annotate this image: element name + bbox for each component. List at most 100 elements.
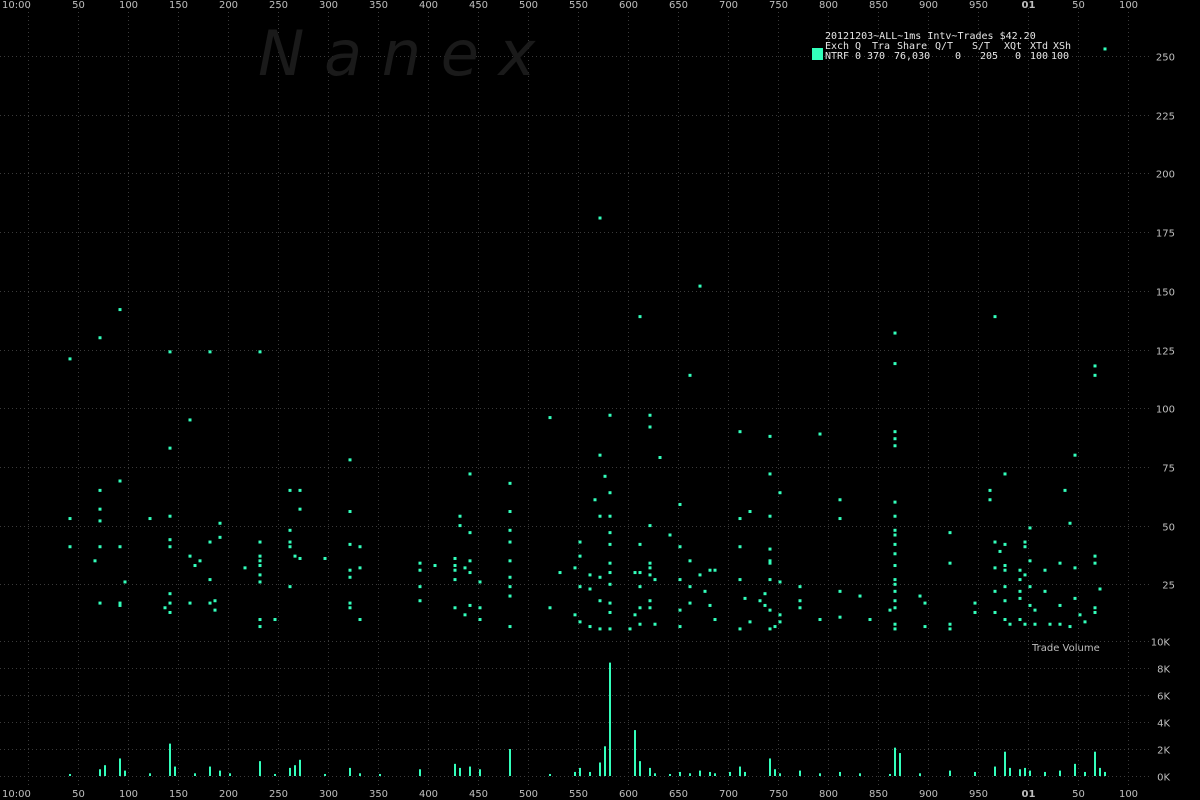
scatter-point: [638, 585, 642, 589]
scatter-point: [893, 599, 897, 603]
volume-bar: [379, 773, 381, 776]
watermark-text: N a n e x: [258, 17, 537, 90]
volume-bar: [1024, 767, 1026, 776]
scatter-point: [1023, 540, 1027, 544]
scatter-point: [258, 559, 262, 563]
scatter-point: [648, 425, 652, 429]
scatter-point: [1028, 526, 1032, 530]
scatter-point: [458, 524, 462, 528]
x-tick-label: 150: [169, 0, 188, 11]
legend-swatch: [812, 48, 823, 60]
scatter-point: [348, 542, 352, 546]
scatter-point: [163, 606, 167, 610]
scatter-point: [638, 542, 642, 546]
x-tick-label: 50: [72, 789, 85, 800]
scatter-point: [68, 545, 72, 549]
scatter-point: [648, 573, 652, 577]
scatter-point: [778, 580, 782, 584]
scatter-point: [1058, 561, 1062, 565]
x-tick-label: 50: [1072, 789, 1085, 800]
x-tick-label: 01: [1022, 789, 1036, 800]
scatter-point: [768, 514, 772, 518]
scatter-point: [468, 559, 472, 563]
x-tick-label: 100: [119, 0, 138, 11]
scatter-point: [98, 488, 102, 492]
legend-value: 100: [1030, 51, 1048, 62]
scatter-point: [648, 566, 652, 570]
x-tick-label: 400: [419, 0, 438, 11]
scatter-point: [1023, 622, 1027, 626]
scatter-point: [1018, 589, 1022, 593]
scatter-point: [1033, 608, 1037, 612]
scatter-point: [288, 545, 292, 549]
volume-bar: [174, 766, 176, 776]
volume-bar: [974, 771, 976, 776]
scatter-point: [748, 510, 752, 514]
x-tick-label: 50: [1072, 0, 1085, 11]
scatter-point: [68, 357, 72, 361]
scatter-point: [738, 578, 742, 582]
scatter-point: [993, 566, 997, 570]
y-tick-label: 75: [1162, 464, 1175, 475]
scatter-point: [348, 575, 352, 579]
volume-bar: [859, 773, 861, 776]
scatter-point: [208, 540, 212, 544]
scatter-point: [893, 514, 897, 518]
scatter-point: [1023, 573, 1027, 577]
scatter-point: [818, 618, 822, 622]
legend-value: 100: [1051, 51, 1069, 62]
scatter-point: [648, 606, 652, 610]
volume-tick-label: 0K: [1157, 773, 1170, 784]
volume-bar: [899, 753, 901, 776]
scatter-point: [1018, 578, 1022, 582]
x-tick-label: 100: [1119, 0, 1138, 11]
scatter-point: [1058, 603, 1062, 607]
x-tick-label: 650: [669, 0, 688, 11]
scatter-point: [168, 610, 172, 614]
scatter-point: [573, 613, 577, 617]
volume-bar: [599, 762, 601, 776]
scatter-point: [638, 606, 642, 610]
volume-bar: [149, 773, 151, 776]
scatter-point: [1083, 620, 1087, 624]
scatter-point: [508, 510, 512, 514]
x-tick-label: 100: [119, 789, 138, 800]
scatter-point: [258, 540, 262, 544]
scatter-point: [988, 488, 992, 492]
volume-bar: [219, 770, 221, 776]
volume-bar: [654, 773, 656, 776]
scatter-point: [888, 608, 892, 612]
x-tick-label: 900: [919, 0, 938, 11]
volume-bar: [359, 773, 361, 776]
volume-bar: [349, 767, 351, 776]
scatter-point: [923, 625, 927, 629]
scatter-point: [893, 552, 897, 556]
scatter-point: [648, 561, 652, 565]
x-tick-label: 450: [469, 0, 488, 11]
axis-layer: 10:0010:00505010010015015020020025025030…: [2, 0, 1175, 800]
scatter-point: [468, 571, 472, 575]
volume-bar: [549, 773, 551, 776]
scatter-point: [1003, 542, 1007, 546]
volume-bar: [1004, 751, 1006, 776]
scatter-point: [1073, 566, 1077, 570]
scatter-point: [288, 528, 292, 532]
scatter-point: [603, 474, 607, 478]
scatter-point: [1003, 568, 1007, 572]
scatter-point: [688, 373, 692, 377]
x-tick-label: 800: [819, 0, 838, 11]
legend-value: 0: [955, 51, 961, 62]
scatter-point: [188, 601, 192, 605]
scatter-point: [168, 601, 172, 605]
scatter-point: [508, 625, 512, 629]
scatter-point: [288, 488, 292, 492]
scatter-point: [798, 585, 802, 589]
scatter-point: [578, 540, 582, 544]
scatter-point: [698, 573, 702, 577]
volume-bar: [1084, 771, 1086, 776]
scatter-point: [1003, 585, 1007, 589]
scatter-point: [508, 528, 512, 532]
scatter-point: [893, 437, 897, 441]
scatter-point: [608, 627, 612, 631]
x-tick-label: 600: [619, 789, 638, 800]
